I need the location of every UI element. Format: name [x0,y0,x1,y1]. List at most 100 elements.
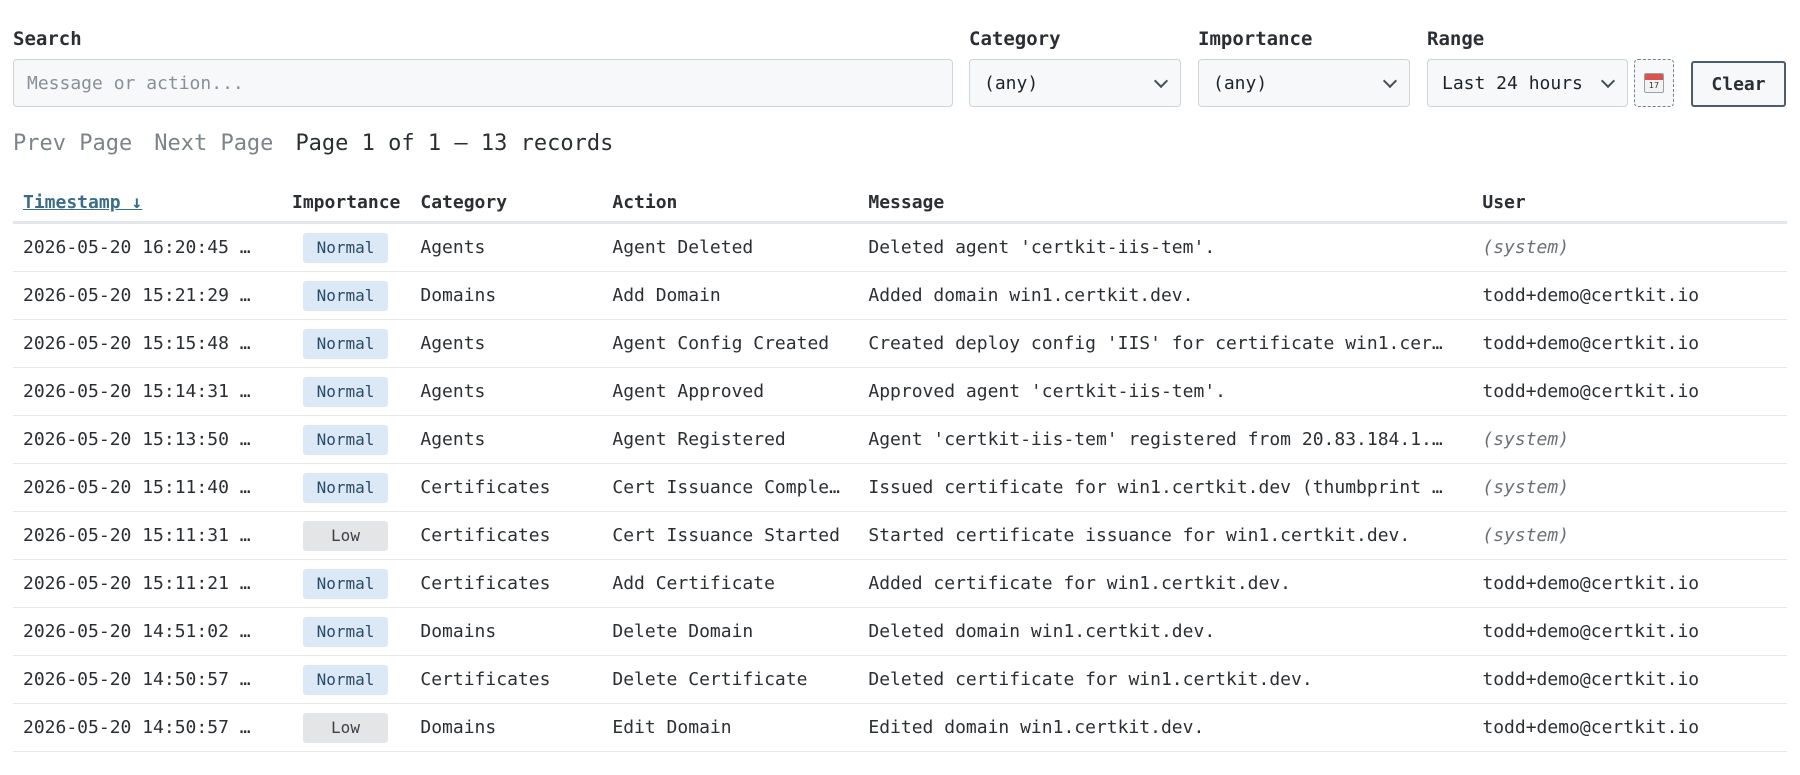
importance-badge: Normal [303,232,388,263]
table-row[interactable]: 2026-05-20 16:20:45 … Normal Agents Agent D… [13,222,1787,272]
category-cell: Domains [410,271,603,320]
range-select-value: Last 24 hours [1442,72,1583,94]
column-header-importance[interactable]: Importance [282,183,411,224]
message-cell: Issued certificate for win1.certkit.dev … [858,463,1473,512]
table-row[interactable]: 2026-05-20 15:21:29 … Normal Domains Add Do… [13,271,1787,320]
table-row[interactable]: 2026-05-20 14:51:02 … Normal Domains Delete… [13,607,1787,656]
column-header-message[interactable]: Message [858,183,1473,224]
message-cell: Deleted agent 'certkit-iis-tem'. [858,222,1473,272]
importance-cell: Low [282,511,411,560]
importance-field: Importance (any) [1198,28,1410,107]
importance-select[interactable]: (any) [1198,59,1410,107]
user-cell: todd+demo@certkit.io [1472,703,1787,752]
importance-cell: Normal [282,463,411,512]
audit-log-table: Timestamp ↓ Importance Category Action M… [13,183,1787,752]
filter-bar: Search Category (any) Importance (any) R… [13,28,1786,107]
range-select[interactable]: Last 24 hours [1427,59,1628,107]
table-row[interactable]: 2026-05-20 15:11:21 … Normal Certificates A… [13,559,1787,608]
search-field: Search [13,28,953,107]
action-cell: Agent Deleted [602,222,859,272]
message-cell: Agent 'certkit-iis-tem' registered from … [858,415,1473,464]
importance-cell: Normal [282,607,411,656]
action-cell: Agent Approved [602,367,859,416]
timestamp-cell: 2026-05-20 14:50:57 … [13,655,282,704]
timestamp-cell: 2026-05-20 15:21:29 … [13,271,282,320]
search-label: Search [13,28,82,50]
prev-page-button[interactable]: Prev Page [13,128,132,160]
category-cell: Certificates [410,655,603,704]
importance-badge: Normal [303,376,388,407]
user-cell: todd+demo@certkit.io [1472,655,1787,704]
category-cell: Agents [410,367,603,416]
user-cell: (system) [1472,222,1787,272]
action-cell: Add Domain [602,271,859,320]
message-cell: Added certificate for win1.certkit.dev. [858,559,1473,608]
timestamp-cell: 2026-05-20 15:15:48 … [13,319,282,368]
user-cell: todd+demo@certkit.io [1472,367,1787,416]
timestamp-cell: 2026-05-20 15:11:31 … [13,511,282,560]
timestamp-cell: 2026-05-20 15:11:40 … [13,463,282,512]
message-cell: Created deploy config 'IIS' for certific… [858,319,1473,368]
importance-badge: Low [303,520,388,551]
importance-cell: Normal [282,415,411,464]
search-input[interactable] [13,59,953,107]
importance-badge: Normal [303,328,388,359]
column-header-user[interactable]: User [1472,183,1787,224]
importance-cell: Normal [282,271,411,320]
table-row[interactable]: 2026-05-20 15:13:50 … Normal Agents Agent R… [13,415,1787,464]
action-cell: Agent Registered [602,415,859,464]
category-cell: Agents [410,319,603,368]
chevron-down-icon [1600,73,1616,88]
next-page-button[interactable]: Next Page [154,128,273,160]
table-body: 2026-05-20 16:20:45 … Normal Agents Agent D… [13,222,1787,752]
importance-badge: Low [303,712,388,743]
table-row[interactable]: 2026-05-20 14:50:57 … Low Domains Edit Doma… [13,703,1787,752]
timestamp-cell: 2026-05-20 15:13:50 … [13,415,282,464]
calendar-button[interactable]: 17 [1634,59,1674,107]
importance-badge: Normal [303,472,388,503]
table-row[interactable]: 2026-05-20 15:11:31 … Low Certificates Cert… [13,511,1787,560]
user-cell: todd+demo@certkit.io [1472,559,1787,608]
pagination: Prev Page Next Page Page 1 of 1 — 13 rec… [13,128,613,160]
importance-cell: Low [282,703,411,752]
table-header-row: Timestamp ↓ Importance Category Action M… [13,183,1787,224]
clear-button[interactable]: Clear [1691,61,1786,107]
importance-label: Importance [1198,28,1313,50]
category-cell: Agents [410,222,603,272]
table-row[interactable]: 2026-05-20 14:50:57 … Normal Certificates D… [13,655,1787,704]
category-cell: Domains [410,607,603,656]
action-cell: Add Certificate [602,559,859,608]
timestamp-cell: 2026-05-20 14:50:57 … [13,703,282,752]
table-row[interactable]: 2026-05-20 15:11:40 … Normal Certificates C… [13,463,1787,512]
column-header-timestamp[interactable]: Timestamp ↓ [13,183,282,224]
category-cell: Certificates [410,463,603,512]
calendar-icon: 17 [1644,73,1664,93]
action-cell: Delete Certificate [602,655,859,704]
importance-badge: Normal [303,616,388,647]
user-cell: todd+demo@certkit.io [1472,607,1787,656]
timestamp-cell: 2026-05-20 14:51:02 … [13,607,282,656]
range-field: Range Last 24 hours [1427,28,1628,107]
importance-badge: Normal [303,424,388,455]
category-select[interactable]: (any) [969,59,1181,107]
timestamp-cell: 2026-05-20 15:11:21 … [13,559,282,608]
importance-select-value: (any) [1213,72,1268,94]
column-header-category[interactable]: Category [410,183,603,224]
table-row[interactable]: 2026-05-20 15:14:31 … Normal Agents Agent A… [13,367,1787,416]
timestamp-cell: 2026-05-20 16:20:45 … [13,222,282,272]
user-cell: (system) [1472,415,1787,464]
message-cell: Deleted domain win1.certkit.dev. [858,607,1473,656]
table-row[interactable]: 2026-05-20 15:15:48 … Normal Agents Agent C… [13,319,1787,368]
action-cell: Delete Domain [602,607,859,656]
importance-badge: Normal [303,280,388,311]
importance-cell: Normal [282,367,411,416]
importance-badge: Normal [303,568,388,599]
column-header-action[interactable]: Action [602,183,859,224]
category-cell: Certificates [410,559,603,608]
importance-cell: Normal [282,655,411,704]
message-cell: Approved agent 'certkit-iis-tem'. [858,367,1473,416]
category-cell: Agents [410,415,603,464]
importance-badge: Normal [303,664,388,695]
category-label: Category [969,28,1061,50]
chevron-down-icon [1382,73,1398,88]
